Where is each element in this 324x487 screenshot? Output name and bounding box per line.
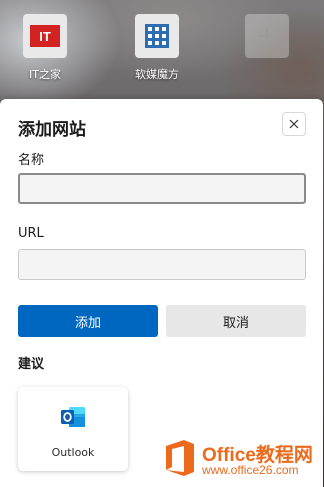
top-site-label: 软媒魔方 — [135, 68, 179, 81]
cancel-button[interactable]: 取消 — [166, 305, 306, 337]
top-site-magic-cube[interactable]: 软媒魔方 — [112, 14, 202, 82]
office-logo-icon — [160, 438, 198, 482]
watermark: Office教程网 www.office26.com — [160, 438, 324, 487]
it-home-logo: IT — [23, 14, 67, 58]
url-field[interactable] — [18, 249, 306, 280]
suggestion-label: Outlook — [51, 446, 95, 459]
dialog-title: 添加网站 — [18, 120, 86, 140]
add-top-site-button[interactable]: + — [222, 14, 312, 58]
plus-icon: + — [245, 14, 289, 58]
svg-text:IT: IT — [39, 29, 51, 44]
name-label: 名称 — [18, 153, 45, 168]
suggestions-heading: 建议 — [18, 357, 45, 372]
top-site-label: IT之家 — [29, 68, 61, 81]
add-button[interactable]: 添加 — [18, 305, 158, 337]
outlook-icon — [60, 405, 86, 433]
close-button[interactable] — [282, 112, 306, 136]
watermark-url: www.office26.com — [202, 463, 299, 477]
name-field[interactable] — [18, 173, 306, 204]
url-label: URL — [18, 226, 44, 241]
grid-app-icon — [135, 14, 179, 58]
suggestion-outlook[interactable]: Outlook — [18, 387, 128, 471]
top-site-it-home[interactable]: IT IT之家 — [0, 14, 90, 82]
add-site-dialog: 添加网站 名称 URL 添加 取消 建议 Outlook — [0, 99, 323, 487]
close-icon — [289, 119, 299, 129]
top-sites-row: IT IT之家 软媒魔方 + — [0, 0, 324, 100]
